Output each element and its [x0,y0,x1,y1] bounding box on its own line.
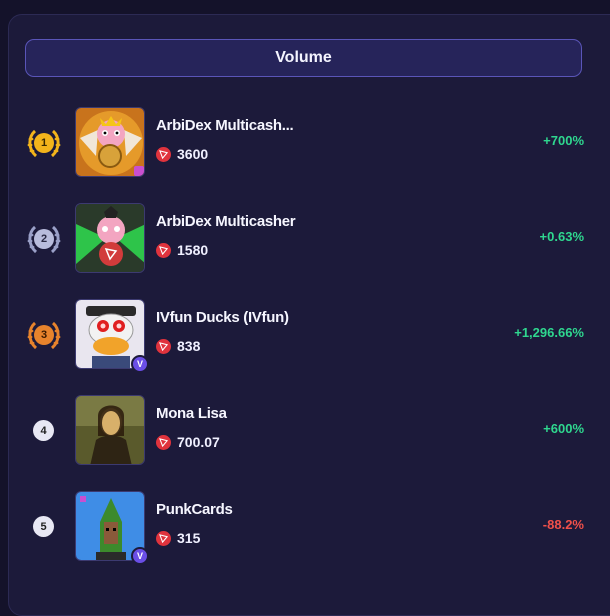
volume-sort-button[interactable]: Volume [25,39,582,77]
volume-value: 838 [177,338,201,354]
rank-number: 4 [33,420,54,441]
collection-row[interactable]: 4 Mona Lisa 700.07 +600% [0,395,610,467]
rank-number: 3 [34,325,54,345]
rank-number: 2 [34,229,54,249]
collection-name[interactable]: Mona Lisa [156,405,227,422]
collection-name[interactable]: IVfun Ducks (IVfun) [156,309,289,326]
volume-value: 700.07 [177,434,220,450]
verified-badge-icon: V [131,355,149,373]
verified-badge-icon: V [131,547,149,565]
volume-value: 3600 [177,146,209,162]
tron-icon [156,146,171,162]
volume-row: 838 [156,338,200,354]
collection-row[interactable]: 2 ArbiDex Multicasher 1580 +0.63% [0,203,610,275]
volume-value: 1580 [177,242,209,258]
tron-icon [156,434,171,450]
volume-row: 1580 [156,242,208,258]
gold-laurel-rank-badge: 1 [26,125,62,161]
tron-icon [156,530,171,546]
mona-lisa-image[interactable] [75,395,145,465]
bronze-laurel-rank-badge: 3 [26,317,62,353]
silver-laurel-rank-badge: 2 [26,221,62,257]
collection-name[interactable]: ArbiDex Multicasher [156,213,296,230]
collection-name[interactable]: ArbiDex Multicash... [156,117,294,134]
volume-row: 3600 [156,146,208,162]
tron-icon [156,242,171,258]
volume-value: 315 [177,530,201,546]
change-percent: -88.2% [542,517,584,532]
volume-row: 315 [156,530,200,546]
cat-with-wings-image[interactable] [75,107,145,177]
cat-with-wings-image[interactable] [75,203,145,273]
collection-row[interactable]: 3 V IVfun Ducks (IVfun) 838 +1,296.66% [0,299,610,373]
change-percent: +0.63% [539,229,584,244]
change-percent: +1,296.66% [514,325,584,340]
rank-number: 1 [34,133,54,153]
collection-row[interactable]: 5 V PunkCards 315 -88.2% [0,491,610,565]
volume-row: 700.07 [156,434,220,450]
collection-name[interactable]: PunkCards [156,501,233,518]
tron-icon [156,338,171,354]
rank-number: 5 [33,516,54,537]
change-percent: +700% [543,133,584,148]
change-percent: +600% [543,421,584,436]
collection-row[interactable]: 1 ArbiDex Multicash... 3600 +700% [0,107,610,179]
